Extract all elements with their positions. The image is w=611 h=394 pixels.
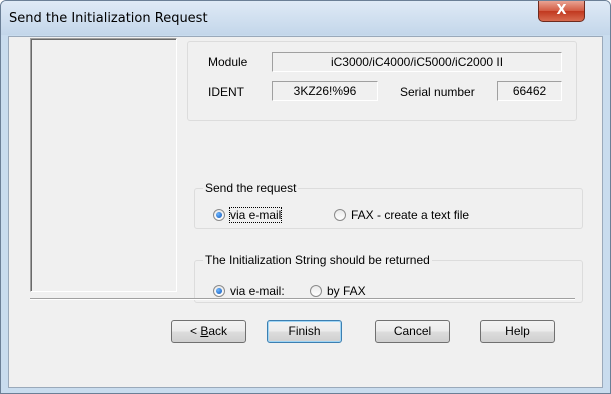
- help-button[interactable]: Help: [480, 320, 555, 343]
- close-button[interactable]: X: [538, 1, 585, 22]
- send-via-email-label: via e-mail: [228, 207, 283, 223]
- radio-unchecked-icon: [334, 209, 346, 221]
- return-via-email-radio[interactable]: via e-mail:: [213, 284, 285, 298]
- send-request-legend: Send the request: [205, 181, 297, 195]
- ident-value: 3KZ26!%96: [272, 81, 378, 101]
- radio-checked-icon: [213, 285, 225, 297]
- cancel-button[interactable]: Cancel: [375, 320, 450, 343]
- return-by-fax-radio[interactable]: by FAX: [310, 284, 366, 298]
- send-fax-radio[interactable]: FAX - create a text file: [334, 208, 469, 222]
- title-bar[interactable]: Send the Initialization Request X: [1, 1, 610, 35]
- return-method-legend: The Initialization String should be retu…: [205, 253, 430, 267]
- back-button[interactable]: < Back: [171, 320, 246, 343]
- send-via-email-radio[interactable]: via e-mail: [213, 207, 283, 223]
- radio-unchecked-icon: [310, 285, 322, 297]
- close-icon: X: [556, 3, 567, 18]
- serial-number-label: Serial number: [400, 85, 475, 99]
- finish-label: Finish: [288, 324, 321, 338]
- help-label: Help: [505, 324, 530, 338]
- return-by-fax-label: by FAX: [327, 284, 366, 298]
- module-info-panel: Module iC3000/iC4000/iC5000/iC2000 II ID…: [187, 41, 577, 121]
- image-placeholder-panel: [30, 38, 177, 292]
- separator-line: [30, 298, 575, 300]
- serial-number-value: 66462: [497, 81, 562, 101]
- module-label: Module: [208, 55, 248, 69]
- finish-button[interactable]: Finish: [267, 320, 342, 343]
- module-value: iC3000/iC4000/iC5000/iC2000 II: [272, 52, 562, 72]
- back-rest: ack: [208, 324, 228, 338]
- radio-checked-icon: [213, 209, 225, 221]
- return-via-email-label: via e-mail:: [230, 284, 285, 298]
- back-prefix: <: [189, 324, 201, 338]
- send-fax-label: FAX - create a text file: [351, 208, 470, 222]
- cancel-label: Cancel: [393, 324, 432, 338]
- window-title: Send the Initialization Request: [9, 11, 208, 26]
- dialog-window: Send the Initialization Request X Module…: [0, 0, 611, 394]
- ident-label: IDENT: [208, 85, 244, 99]
